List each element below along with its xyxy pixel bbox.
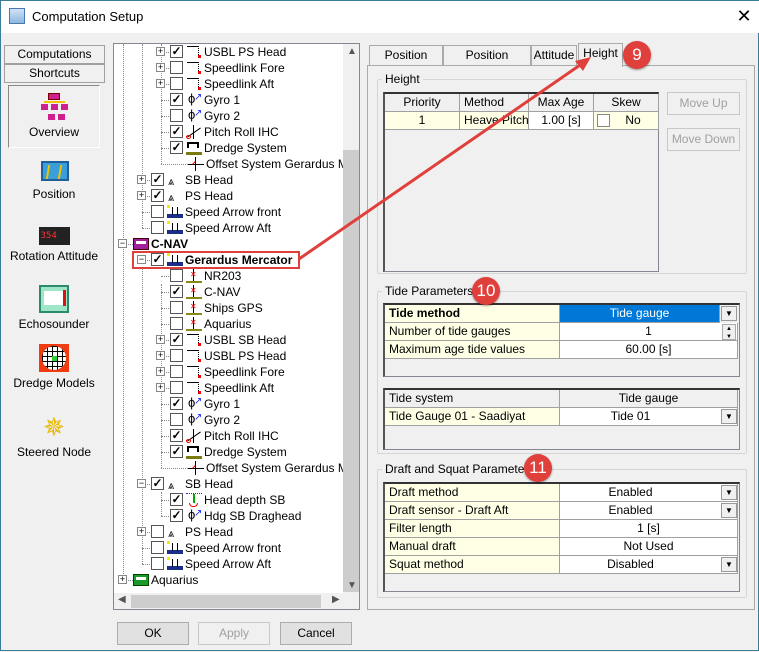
annotation-badge-11: 11 xyxy=(524,454,552,482)
annotation-arrow xyxy=(298,57,591,261)
annotation-badge-9: 9 xyxy=(623,41,651,69)
annotation-badge-10: 10 xyxy=(472,277,500,305)
